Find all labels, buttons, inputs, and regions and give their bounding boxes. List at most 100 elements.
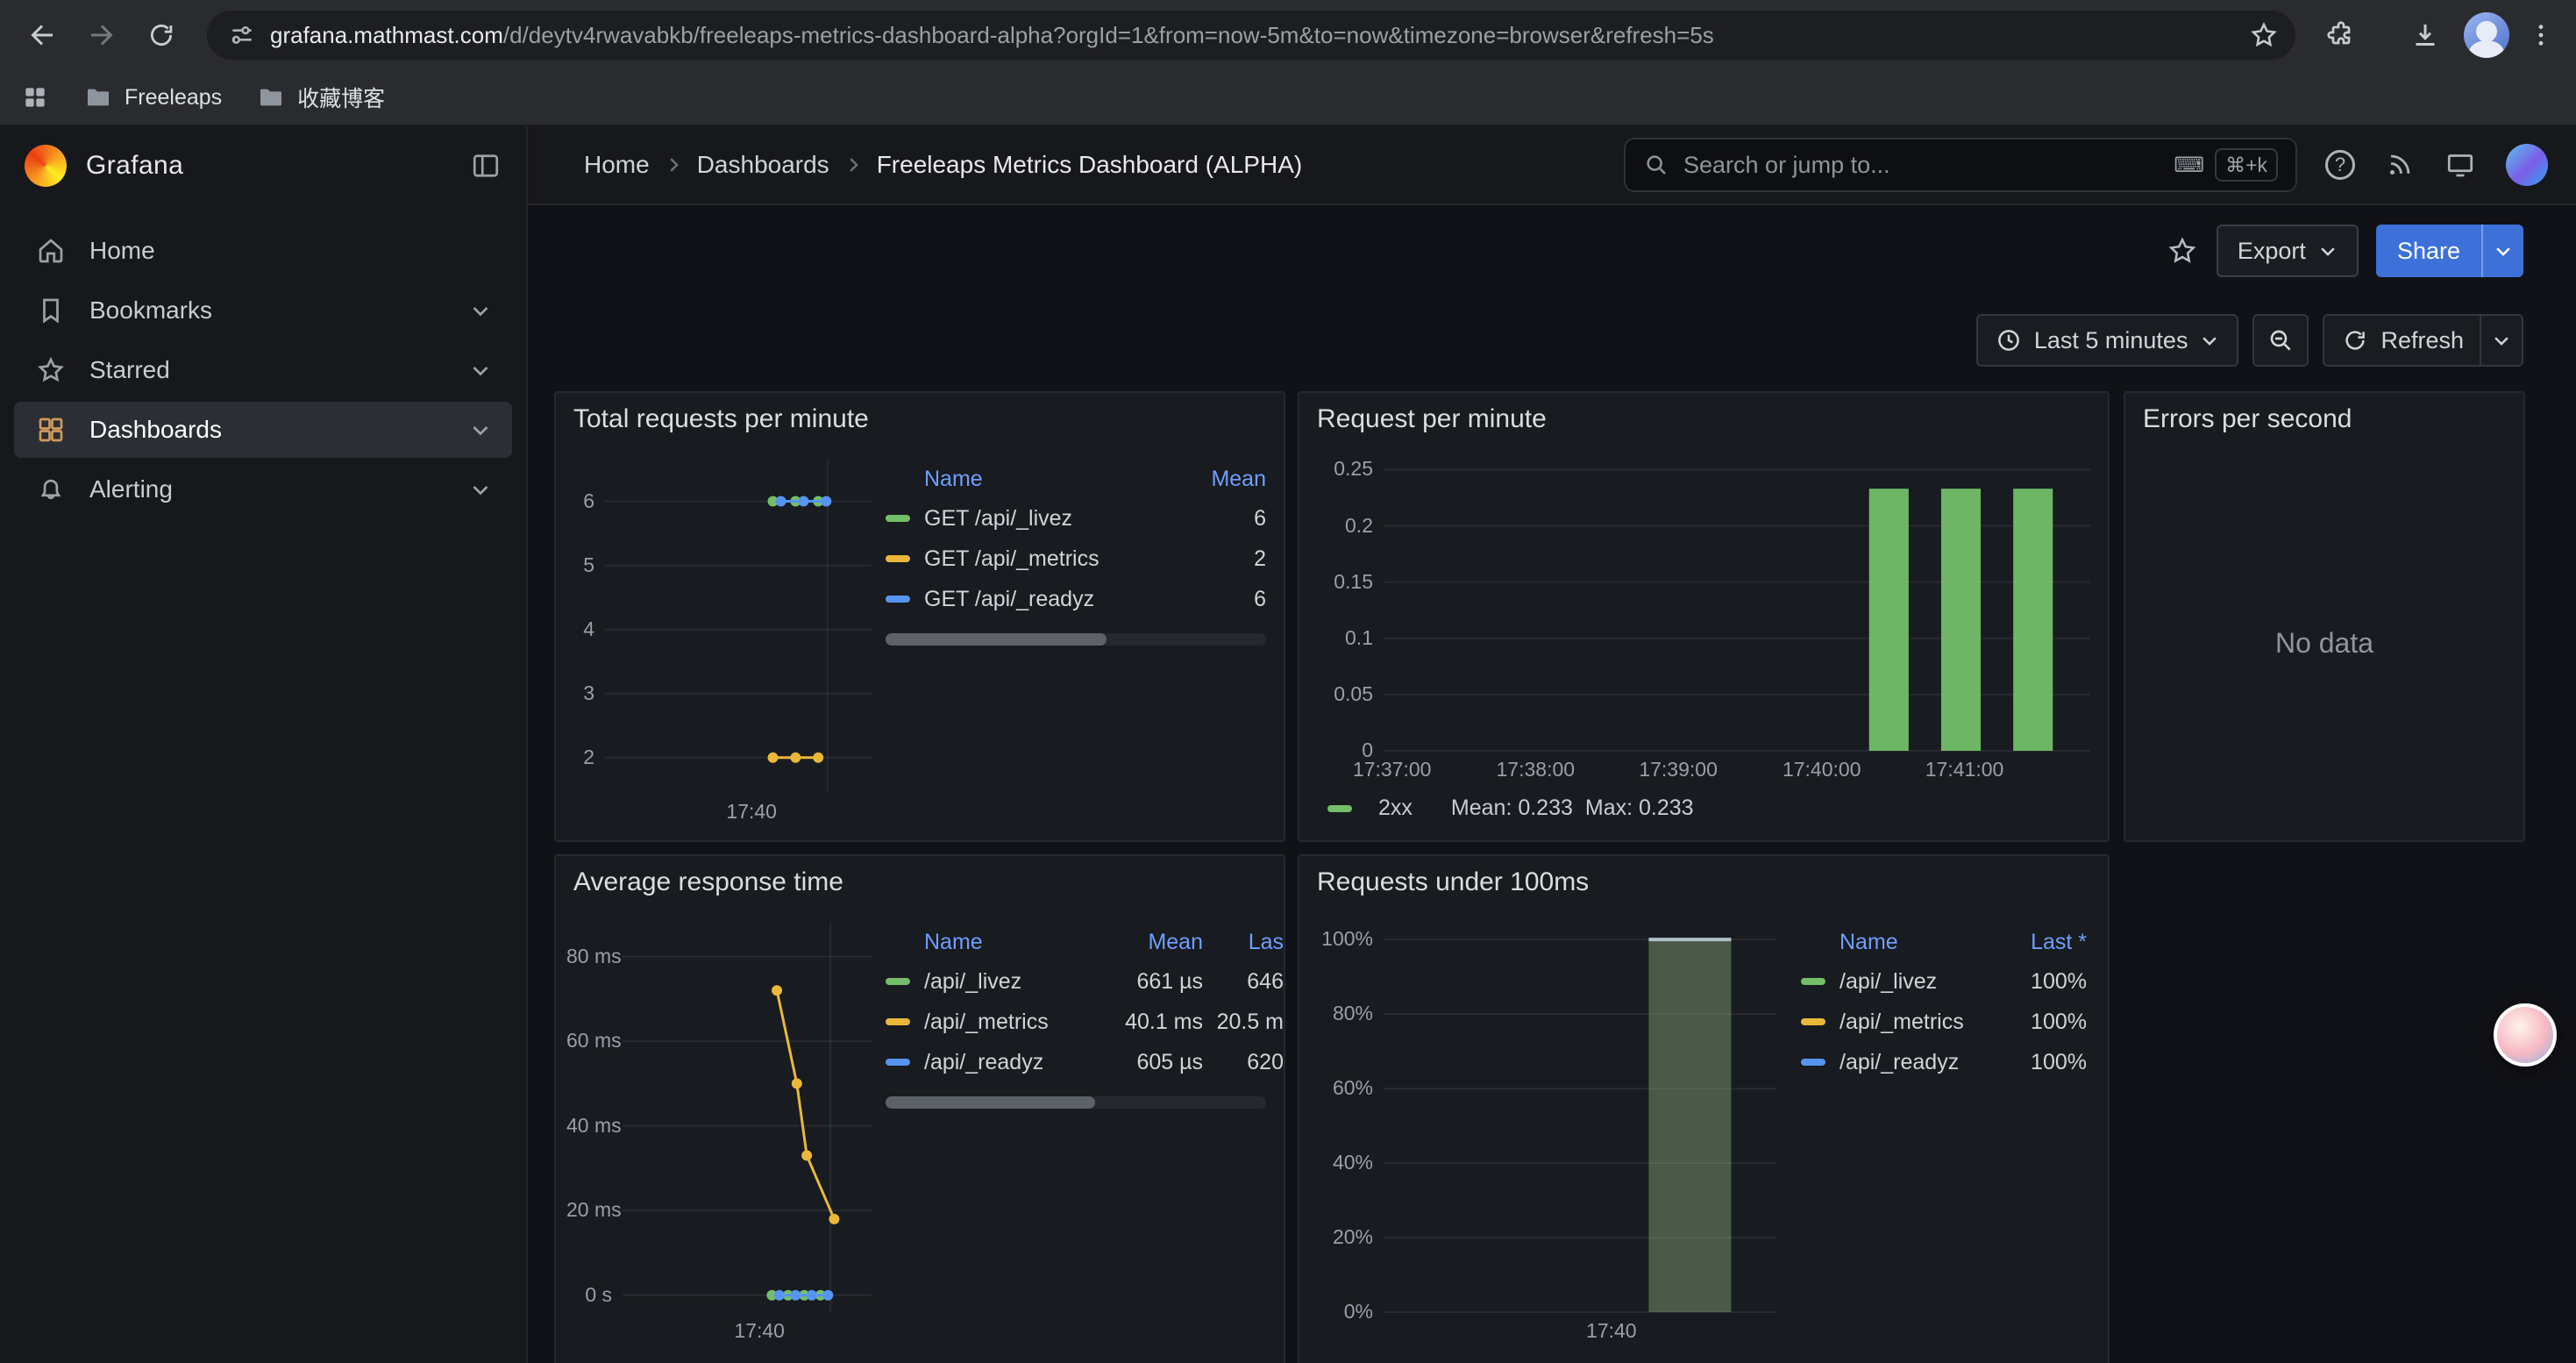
search-input[interactable]: Search or jump to... ⌨ ⌘+k xyxy=(1624,138,2297,192)
bookmark-star-icon[interactable] xyxy=(2248,19,2280,51)
url-path: /d/deytv4rwavabkb/freeleaps-metrics-dash… xyxy=(503,22,1714,48)
chevron-down-icon[interactable] xyxy=(470,419,491,440)
site-settings-icon[interactable] xyxy=(228,21,256,49)
series-name[interactable]: /api/_livez xyxy=(924,969,1094,995)
series-name[interactable]: GET /api/_readyz xyxy=(924,587,1178,612)
sidebar-item-label: Home xyxy=(89,237,155,265)
sidebar-item-bookmarks[interactable]: Bookmarks xyxy=(14,282,512,339)
back-button[interactable] xyxy=(14,7,70,63)
panel-legend: Name Mean GET /api/_livez 6 GET /api/_me… xyxy=(886,460,1266,646)
sidebar-item-dashboards[interactable]: Dashboards xyxy=(14,402,512,458)
breadcrumb-home[interactable]: Home xyxy=(584,151,650,179)
help-icon[interactable]: ? xyxy=(2325,150,2355,180)
grafana-sidebar: Grafana Home Bookmarks Starred xyxy=(0,126,528,1363)
share-menu-button[interactable] xyxy=(2481,225,2523,277)
series-swatch xyxy=(1801,978,1825,985)
assistant-avatar[interactable] xyxy=(2494,1003,2557,1067)
panel-title[interactable]: Requests under 100ms xyxy=(1299,856,2108,909)
under-100ms-chart[interactable]: 100%80%60%40%20%0%17:40 xyxy=(1313,912,1783,1344)
series-name[interactable]: GET /api/_metrics xyxy=(924,546,1178,572)
chevron-down-icon[interactable] xyxy=(470,360,491,381)
time-range-picker[interactable]: Last 5 minutes xyxy=(1976,314,2239,367)
home-icon xyxy=(35,235,67,267)
chevron-down-icon[interactable] xyxy=(470,300,491,321)
scrollbar-thumb[interactable] xyxy=(886,633,1107,646)
reload-icon xyxy=(146,20,176,50)
forward-button[interactable] xyxy=(74,7,130,63)
chevron-right-icon xyxy=(664,155,683,175)
panel-errors-per-second: Errors per second No data xyxy=(2124,391,2525,842)
series-name[interactable]: /api/_readyz xyxy=(1839,1050,1992,1075)
time-range-label: Last 5 minutes xyxy=(2034,327,2188,354)
legend-col-name[interactable]: Name xyxy=(886,467,1178,492)
sidebar-item-alerting[interactable]: Alerting xyxy=(14,461,512,517)
monitor-icon[interactable] xyxy=(2444,149,2476,181)
extensions-button[interactable] xyxy=(2313,7,2369,63)
legend-col-mean[interactable]: Mean xyxy=(1178,467,1266,492)
sidebar-collapse-button[interactable] xyxy=(470,150,502,182)
panel-legend: Name Mean Las /api/_livez 661 µs 646 xyxy=(886,923,1284,1109)
series-last: 100% xyxy=(1992,969,2087,995)
downloads-button[interactable] xyxy=(2397,7,2453,63)
refresh-icon xyxy=(2342,327,2368,353)
dashboards-grid-icon xyxy=(35,414,67,446)
share-button[interactable]: Share xyxy=(2376,225,2481,277)
news-rss-icon[interactable] xyxy=(2385,150,2415,180)
no-data-message: No data xyxy=(2125,446,2523,840)
zoom-out-icon xyxy=(2266,326,2295,354)
refresh-interval-button[interactable] xyxy=(2480,316,2522,365)
chevron-down-icon xyxy=(2318,241,2338,260)
browser-menu-button[interactable] xyxy=(2520,7,2562,63)
legend-col-name[interactable]: Name xyxy=(886,930,1094,955)
total-requests-chart[interactable]: 6543217:40 xyxy=(566,449,879,824)
kebab-menu-icon xyxy=(2527,21,2555,49)
legend-col-name[interactable]: Name xyxy=(1801,930,1992,955)
panel-title[interactable]: Errors per second xyxy=(2125,393,2523,446)
browser-profile-avatar[interactable] xyxy=(2464,12,2509,58)
reload-button[interactable] xyxy=(133,7,189,63)
download-icon xyxy=(2409,19,2441,51)
refresh-button[interactable]: Refresh xyxy=(2323,314,2523,367)
series-name[interactable]: /api/_readyz xyxy=(924,1050,1094,1075)
average-response-chart[interactable]: 80 ms60 ms40 ms20 ms0 s17:40 xyxy=(566,912,879,1344)
panel-legend: Name Last * /api/_livez 100% /api/_metri… xyxy=(1801,923,2087,1082)
favorite-star-icon[interactable] xyxy=(2166,234,2199,268)
legend-col-mean[interactable]: Mean xyxy=(1094,930,1203,955)
series-name[interactable]: /api/_metrics xyxy=(1839,1010,1992,1035)
user-avatar[interactable] xyxy=(2506,144,2548,186)
legend-row: GET /api/_livez 6 xyxy=(886,498,1266,539)
panel-title[interactable]: Request per minute xyxy=(1299,393,2108,446)
series-name[interactable]: 2xx xyxy=(1378,796,1413,821)
bookmark-item-freeleaps[interactable]: Freeleaps xyxy=(84,83,222,111)
series-swatch xyxy=(886,515,910,522)
apps-grid-icon[interactable] xyxy=(21,83,49,111)
sidebar-item-home[interactable]: Home xyxy=(14,223,512,279)
chevron-down-icon xyxy=(2494,241,2513,260)
breadcrumb-dashboards[interactable]: Dashboards xyxy=(697,151,829,179)
breadcrumb: Home Dashboards Freeleaps Metrics Dashbo… xyxy=(584,151,1302,179)
grafana-logo[interactable] xyxy=(25,145,67,187)
scrollbar-thumb[interactable] xyxy=(886,1096,1095,1109)
series-last: 100% xyxy=(1992,1010,2087,1035)
export-button[interactable]: Export xyxy=(2217,225,2359,277)
time-controls: Last 5 minutes Refresh xyxy=(1976,314,2523,367)
zoom-out-button[interactable] xyxy=(2252,314,2309,367)
bookmark-item-blog[interactable]: 收藏博客 xyxy=(257,82,385,113)
sidebar-item-starred[interactable]: Starred xyxy=(14,342,512,398)
series-mean: 2 xyxy=(1178,546,1266,572)
panel-title[interactable]: Average response time xyxy=(556,856,1284,909)
chevron-down-icon[interactable] xyxy=(470,479,491,500)
request-per-minute-chart[interactable]: 0.250.20.150.10.05017:37:0017:38:0017:39… xyxy=(1313,446,2097,782)
series-max: Max: 0.233 xyxy=(1585,796,1694,821)
legend-row: /api/_readyz 100% xyxy=(1801,1042,2087,1082)
omnibox[interactable]: grafana.mathmast.com/d/deytv4rwavabkb/fr… xyxy=(207,11,2295,60)
series-name[interactable]: GET /api/_livez xyxy=(924,506,1178,532)
export-label: Export xyxy=(2238,238,2306,265)
legend-col-last[interactable]: Las xyxy=(1203,930,1284,955)
brand-title: Grafana xyxy=(86,151,183,181)
search-icon xyxy=(1643,152,1669,178)
series-name[interactable]: /api/_metrics xyxy=(924,1010,1094,1035)
legend-col-last[interactable]: Last * xyxy=(1992,930,2087,955)
panel-title[interactable]: Total requests per minute xyxy=(556,393,1284,446)
series-name[interactable]: /api/_livez xyxy=(1839,969,1992,995)
